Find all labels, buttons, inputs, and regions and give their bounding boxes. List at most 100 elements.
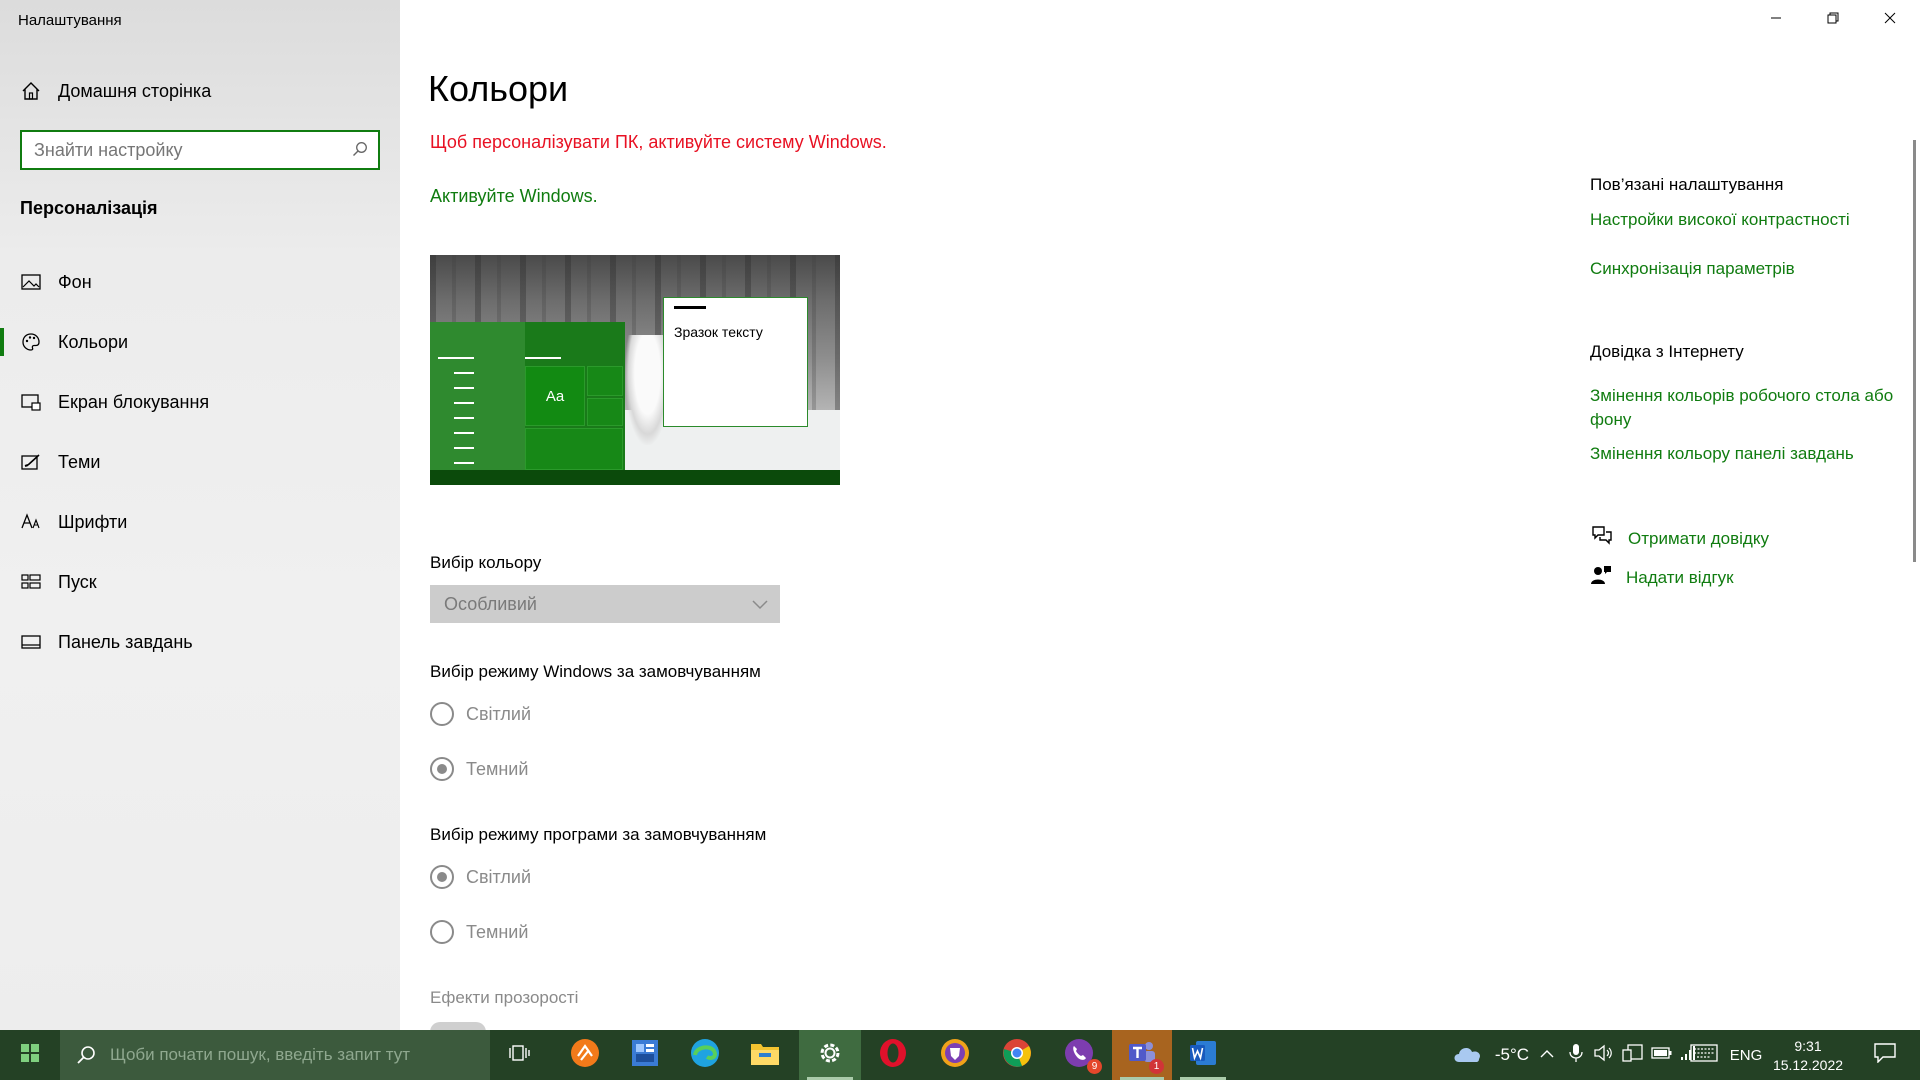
sync-settings-link[interactable]: Синхронізація параметрів xyxy=(1590,257,1900,281)
palette-icon xyxy=(20,331,42,353)
picture-icon xyxy=(20,271,42,293)
close-button[interactable] xyxy=(1862,0,1918,40)
radio-circle xyxy=(430,702,454,726)
app-mode-light-radio[interactable]: Світлий xyxy=(430,863,531,891)
change-desktop-colors-link[interactable]: Змінення кольорів робочого стола або фон… xyxy=(1590,384,1900,432)
preview-window: Зразок тексту xyxy=(663,297,808,427)
language-indicator: ENG xyxy=(1729,1046,1763,1064)
color-preview: Aa Зразок тексту xyxy=(430,255,840,485)
input-language-button[interactable]: ENG xyxy=(1724,1030,1768,1080)
restore-button[interactable] xyxy=(1805,0,1861,40)
windows-mode-dark-radio[interactable]: Темний xyxy=(430,755,528,783)
page-title: Кольори xyxy=(428,68,569,109)
windows-mode-light-radio[interactable]: Світлий xyxy=(430,700,531,728)
radio-label: Світлий xyxy=(466,866,532,887)
windows-logo-icon xyxy=(20,1043,40,1068)
activation-warning: Щоб персоналізувати ПК, активуйте систем… xyxy=(430,132,887,152)
sidebar-item-themes[interactable]: Теми xyxy=(0,436,400,488)
preview-menu-line xyxy=(454,372,474,374)
taskbar-app-chrome[interactable] xyxy=(986,1030,1048,1080)
settings-window: Налаштування Домашня сторінка Персоналіз… xyxy=(0,0,1920,1032)
taskbar-search-box[interactable]: Щоби почати пошук, введіть запит тут xyxy=(60,1030,490,1080)
taskbar-app-edge[interactable] xyxy=(675,1030,735,1080)
settings-search-input[interactable] xyxy=(34,134,344,166)
show-hidden-icons-button[interactable] xyxy=(1536,1030,1558,1080)
brave-icon xyxy=(940,1038,970,1073)
sidebar: Налаштування Домашня сторінка Персоналіз… xyxy=(0,0,400,1030)
lock-screen-icon xyxy=(20,391,42,413)
cloud-icon xyxy=(1451,1042,1485,1069)
sidebar-item-label: Шрифти xyxy=(58,511,128,532)
chrome-icon xyxy=(1002,1038,1032,1073)
volume-button[interactable] xyxy=(1591,1030,1617,1080)
microphone-icon xyxy=(1569,1043,1583,1068)
home-link[interactable]: Домашня сторінка xyxy=(0,65,400,117)
task-view-button[interactable] xyxy=(495,1030,545,1080)
taskbar-app-viber[interactable]: 9 xyxy=(1048,1030,1110,1080)
sidebar-item-colors[interactable]: Кольори xyxy=(0,316,400,368)
settings-search-box[interactable] xyxy=(20,130,380,170)
word-icon xyxy=(1188,1039,1218,1072)
weather-widget[interactable]: -5°C xyxy=(1435,1030,1545,1080)
section-title: Персоналізація xyxy=(20,198,158,218)
sidebar-item-background[interactable]: Фон xyxy=(0,256,400,308)
get-help-link[interactable]: Отримати довідку xyxy=(1590,525,1769,552)
sidebar-item-label: Пуск xyxy=(58,571,97,592)
taskbar-app-sublime[interactable] xyxy=(555,1030,615,1080)
change-taskbar-color-link[interactable]: Змінення кольору панелі завдань xyxy=(1590,442,1900,466)
color-choice-dropdown[interactable]: Особливий xyxy=(430,585,780,623)
touch-keyboard-button[interactable] xyxy=(1684,1030,1724,1080)
app-title: Налаштування xyxy=(18,12,122,29)
sidebar-item-taskbar[interactable]: Панель завдань xyxy=(0,616,400,668)
task-view-icon xyxy=(509,1043,531,1068)
web-help-heading: Довідка з Інтернету xyxy=(1590,342,1744,361)
home-icon xyxy=(20,80,42,102)
taskbar-app-teams[interactable]: 1 xyxy=(1112,1030,1172,1080)
preview-menu-line xyxy=(454,432,474,434)
taskbar-app-word[interactable] xyxy=(1172,1030,1234,1080)
minimize-button[interactable] xyxy=(1748,0,1804,40)
clock-date: 15.12.2022 xyxy=(1772,1056,1844,1073)
chevron-up-icon xyxy=(1540,1046,1554,1064)
edge-icon xyxy=(690,1038,720,1073)
preview-menu-line xyxy=(525,357,561,359)
transparency-label: Ефекти прозорості xyxy=(430,988,579,1007)
activate-windows-link[interactable]: Активуйте Windows. xyxy=(430,186,598,207)
tablet-icon xyxy=(1622,1043,1644,1067)
preview-start-menu: Aa xyxy=(430,322,625,470)
feedback-label: Надати відгук xyxy=(1626,567,1734,587)
sublime-icon xyxy=(570,1038,600,1073)
taskbar-app-calculator[interactable] xyxy=(615,1030,675,1080)
preview-sample-text: Зразок тексту xyxy=(674,324,763,340)
font-icon xyxy=(20,511,42,533)
start-icon xyxy=(20,571,42,593)
clock-button[interactable]: 9:31 15.12.2022 xyxy=(1768,1030,1848,1080)
preview-start-rail xyxy=(430,322,525,470)
sidebar-item-start[interactable]: Пуск xyxy=(0,556,400,608)
sidebar-item-label: Фон xyxy=(58,271,92,292)
taskbar-app-brave[interactable] xyxy=(924,1030,986,1080)
app-mode-dark-radio[interactable]: Темний xyxy=(430,918,528,946)
tablet-mode-button[interactable] xyxy=(1619,1030,1647,1080)
taskbar-app-file-explorer[interactable] xyxy=(735,1030,795,1080)
preview-window-bar xyxy=(674,306,706,309)
high-contrast-link[interactable]: Настройки високої контрастності xyxy=(1590,208,1900,232)
chat-help-icon xyxy=(1590,525,1614,552)
sidebar-item-fonts[interactable]: Шрифти xyxy=(0,496,400,548)
battery-icon xyxy=(1651,1046,1673,1065)
sidebar-item-lock-screen[interactable]: Екран блокування xyxy=(0,376,400,428)
preview-menu-line xyxy=(438,357,474,359)
taskbar-app-opera[interactable] xyxy=(862,1030,924,1080)
taskbar-search-placeholder: Щоби почати пошук, введіть запит тут xyxy=(110,1045,410,1064)
give-feedback-link[interactable]: Надати відгук xyxy=(1590,564,1734,591)
battery-button[interactable] xyxy=(1649,1030,1675,1080)
action-center-button[interactable] xyxy=(1860,1030,1910,1080)
taskbar-app-settings[interactable] xyxy=(799,1030,861,1080)
start-button[interactable] xyxy=(0,1030,60,1080)
search-icon[interactable] xyxy=(352,141,368,162)
color-choice-label: Вибір кольору xyxy=(430,553,542,572)
preview-menu-line xyxy=(454,417,474,419)
chevron-down-icon xyxy=(752,597,768,615)
microphone-button[interactable] xyxy=(1563,1030,1589,1080)
scrollbar[interactable] xyxy=(1913,140,1916,562)
